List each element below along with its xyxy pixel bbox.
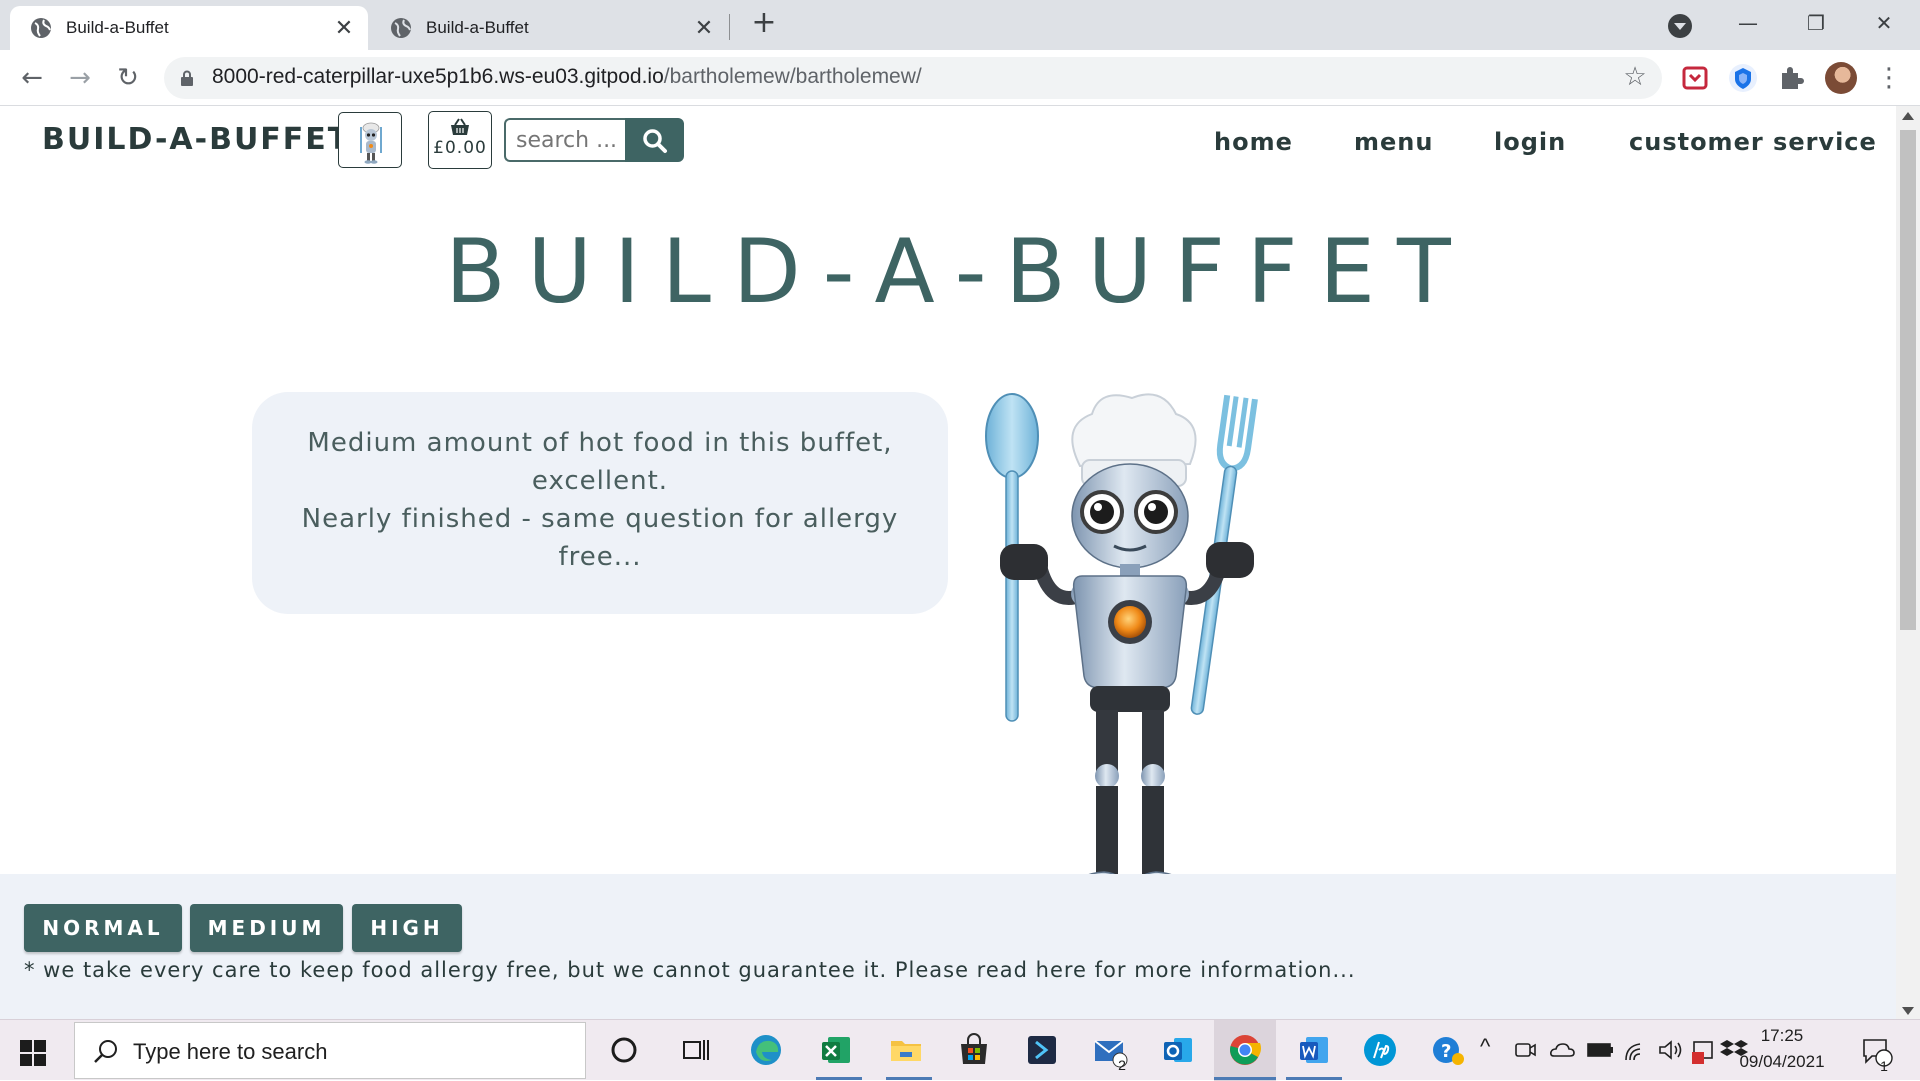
browser-toolbar: ← → ↻ 8000-red-caterpillar-uxe5p1b6.ws-e…: [0, 50, 1920, 106]
excel-icon[interactable]: [818, 1032, 854, 1068]
tab-search-icon[interactable]: [1668, 14, 1692, 38]
globe-icon: [391, 18, 411, 38]
robot-chef-illustration: [985, 393, 1258, 921]
taskbar-search-box[interactable]: Type here to search: [74, 1022, 586, 1079]
nav-customer-service[interactable]: customer service: [1629, 128, 1877, 156]
bubble-line-2: excellent.: [531, 466, 669, 496]
bubble-line-4: free...: [558, 542, 642, 572]
medium-button[interactable]: MEDIUM: [190, 904, 343, 952]
url-path: /bartholemew/bartholemew/: [663, 65, 922, 88]
volume-icon[interactable]: [1656, 1032, 1684, 1068]
taskbar-clock-date[interactable]: 09/04/2021: [1724, 1052, 1840, 1072]
calendar-alert-icon[interactable]: [1690, 1032, 1718, 1068]
task-view-icon[interactable]: [678, 1032, 714, 1068]
allergy-disclaimer[interactable]: * we take every care to keep food allerg…: [24, 958, 1356, 982]
restore-icon[interactable]: ❐: [1796, 6, 1836, 40]
search-input[interactable]: [504, 118, 626, 162]
scrollbar-thumb[interactable]: [1900, 130, 1916, 630]
chrome-icon[interactable]: [1227, 1032, 1263, 1068]
url-host: 8000-red-caterpillar-uxe5p1b6.ws-eu03.gi…: [212, 65, 664, 88]
nav-login[interactable]: login: [1494, 128, 1566, 156]
browser-tab-strip: Build-a-Buffet ✕ Build-a-Buffet ✕ + — ❐ …: [0, 0, 1920, 50]
onedrive-icon[interactable]: [1548, 1032, 1578, 1068]
high-button[interactable]: HIGH: [352, 904, 462, 952]
edge-browser-icon[interactable]: [748, 1032, 784, 1068]
brand-logo-text[interactable]: BUILD-A-BUFFET: [42, 122, 350, 157]
scroll-up-arrow-icon[interactable]: [1902, 112, 1914, 120]
profile-avatar[interactable]: [1825, 62, 1857, 94]
bubble-line-1: Medium amount of hot food in this buffet…: [307, 428, 893, 458]
pocket-extension-icon[interactable]: [1680, 63, 1710, 93]
nav-home[interactable]: home: [1214, 128, 1293, 156]
robot-logo-button[interactable]: [338, 112, 402, 168]
forward-arrow-icon[interactable]: →: [64, 62, 96, 94]
search-icon: [94, 1040, 117, 1063]
word-icon[interactable]: [1296, 1032, 1332, 1068]
notification-count-badge: 1: [1880, 1058, 1888, 1074]
minimize-icon[interactable]: —: [1728, 6, 1768, 40]
close-tab-icon[interactable]: ✕: [692, 16, 716, 40]
windows-taskbar: Type here to search 2 ? ^ 17:25 09/04/20…: [0, 1019, 1920, 1081]
file-explorer-icon[interactable]: [888, 1032, 924, 1068]
nav-menu[interactable]: menu: [1354, 128, 1433, 156]
taskbar-search-placeholder: Type here to search: [133, 1039, 328, 1064]
tray-chevron-up-icon[interactable]: ^: [1480, 1034, 1490, 1060]
wifi-icon[interactable]: [1622, 1032, 1650, 1068]
address-url[interactable]: 8000-red-caterpillar-uxe5p1b6.ws-eu03.gi…: [212, 65, 922, 89]
tab-title: Build-a-Buffet: [66, 18, 169, 37]
page-viewport: BUILD-A-BUFFET £0.00 home: [0, 106, 1896, 1019]
taskbar-clock-time[interactable]: 17:25: [1746, 1026, 1818, 1046]
browser-tab-active[interactable]: Build-a-Buffet ✕: [10, 6, 368, 50]
browser-tab-inactive[interactable]: Build-a-Buffet ✕: [370, 6, 728, 50]
search-button[interactable]: [625, 118, 684, 162]
globe-icon: [31, 18, 51, 38]
help-icon[interactable]: ?: [1430, 1032, 1466, 1068]
new-tab-plus-icon[interactable]: +: [748, 8, 780, 40]
cortana-icon[interactable]: [606, 1032, 642, 1068]
close-tab-icon[interactable]: ✕: [332, 16, 356, 40]
speech-bubble: Medium amount of hot food in this buffet…: [252, 392, 948, 614]
basket-icon: [451, 118, 469, 135]
scroll-down-arrow-icon[interactable]: [1902, 1007, 1914, 1015]
chrome-menu-icon[interactable]: ⋮: [1876, 62, 1902, 94]
basket-total: £0.00: [433, 138, 487, 158]
shield-extension-icon[interactable]: [1728, 63, 1758, 93]
bubble-line-3: Nearly finished - same question for alle…: [301, 504, 899, 534]
tab-title: Build-a-Buffet: [426, 18, 529, 37]
lock-icon: [181, 70, 193, 86]
robot-chef-icon: [360, 122, 382, 164]
page-scrollbar[interactable]: [1896, 106, 1920, 1019]
hero-title: BUILD-A-BUFFET: [445, 220, 1473, 323]
windows-start-icon[interactable]: [20, 1040, 46, 1066]
choice-panel: NORMAL MEDIUM HIGH * we take every care …: [0, 874, 1896, 1019]
search-icon: [643, 129, 667, 153]
puzzle-extensions-icon[interactable]: [1776, 63, 1806, 93]
hp-icon[interactable]: [1362, 1032, 1398, 1068]
normal-button[interactable]: NORMAL: [24, 904, 182, 952]
basket-button[interactable]: £0.00: [428, 111, 492, 169]
tab-separator: [729, 14, 730, 40]
outlook-icon[interactable]: [1160, 1032, 1196, 1068]
svg-text:?: ?: [1441, 1041, 1451, 1062]
meet-now-icon[interactable]: [1512, 1032, 1538, 1068]
back-arrow-icon[interactable]: ←: [16, 62, 48, 94]
mail-badge: 2: [1118, 1057, 1126, 1073]
close-window-icon[interactable]: ✕: [1864, 6, 1904, 40]
reload-icon[interactable]: ↻: [112, 62, 144, 94]
bookmark-star-icon[interactable]: ☆: [1620, 62, 1650, 92]
microsoft-store-icon[interactable]: [956, 1032, 992, 1068]
battery-icon[interactable]: [1586, 1032, 1614, 1068]
powershell-icon[interactable]: [1024, 1032, 1060, 1068]
